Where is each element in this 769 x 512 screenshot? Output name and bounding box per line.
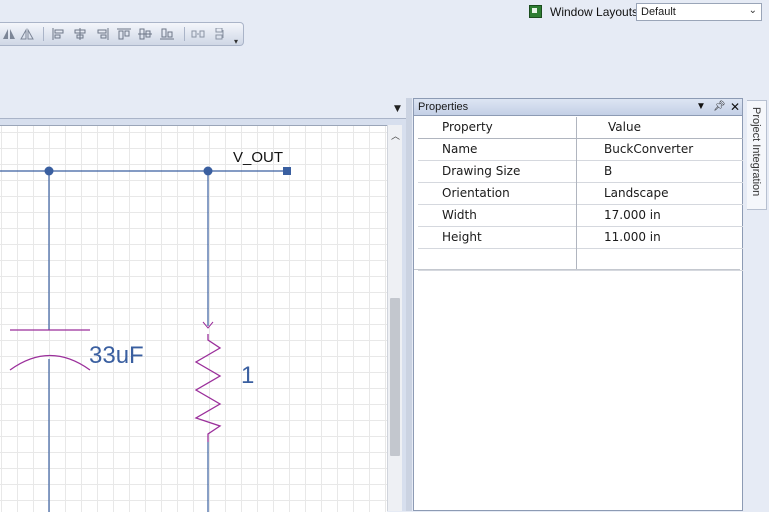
chevron-down-icon: ⌄ [748,5,757,16]
property-name: Name [442,142,478,156]
close-icon[interactable]: ✕ [730,99,740,115]
align-right-icon[interactable] [95,28,109,40]
align-middle-icon[interactable] [138,28,152,40]
column-header-value[interactable]: Value [608,117,641,138]
properties-header-row: Property Value [418,117,743,139]
resistor-value-label[interactable]: 1 [241,362,254,389]
mirror-vertical-icon[interactable] [20,28,34,40]
window-layouts-icon[interactable] [529,5,542,18]
align-left-icon[interactable] [52,28,66,40]
properties-title: Properties [418,101,469,113]
grid-bottom-divider [414,269,740,270]
capacitor-value-label[interactable]: 33uF [89,342,144,369]
scrollbar-thumb[interactable] [390,298,400,456]
column-header-property[interactable]: Property [442,117,493,138]
toolbar-overflow-icon[interactable]: ▾ [234,37,238,46]
property-value[interactable]: 11.000 in [604,227,661,248]
panel-menu-icon[interactable]: ▼ [394,104,401,114]
canvas-vertical-scrollbar[interactable]: ︿ [387,125,402,511]
project-integration-label: Project Integration [750,107,762,197]
property-row[interactable]: Height 11.000 in [418,227,743,249]
property-name: Width [442,208,477,222]
net-port-marker [283,167,291,175]
property-row[interactable]: Name BuckConverter [418,139,743,161]
property-name: Drawing Size [442,164,521,178]
window-layouts-selected: Default [641,6,676,18]
window-layouts-label: Window Layouts: [550,5,642,19]
toolbar-separator [43,27,44,41]
project-integration-tab[interactable]: Project Integration [747,100,767,210]
schematic-canvas[interactable]: V_OUT 33uF 1 [0,125,387,512]
properties-titlebar: Properties ▼ 📌︎ ✕ [414,99,742,116]
property-row-empty[interactable] [418,249,743,271]
schematic-drawing: V_OUT 33uF 1 [0,149,291,512]
alignment-toolbar: ▾ [0,22,244,46]
property-row[interactable]: Drawing Size B [418,161,743,183]
properties-panel: Properties ▼ 📌︎ ✕ Property Value Name Bu… [413,98,743,511]
window-layouts-dropdown[interactable]: Default ⌄ [636,3,762,21]
panel-options-icon[interactable]: ▼ [696,99,706,115]
distribute-horizontal-icon[interactable] [191,28,205,40]
align-top-icon[interactable] [117,28,131,40]
property-value[interactable]: BuckConverter [604,139,693,160]
property-value[interactable]: 17.000 in [604,205,661,226]
resistor-zigzag [194,334,222,442]
property-value[interactable]: B [604,161,612,182]
toolbar-separator [184,27,185,41]
property-value[interactable]: Landscape [604,183,668,204]
property-name: Height [442,230,482,244]
scroll-up-icon[interactable]: ︿ [391,129,400,142]
pin-icon[interactable]: 📌︎ [713,99,726,115]
align-bottom-icon[interactable] [160,28,174,40]
column-divider[interactable] [576,117,577,269]
properties-grid: Property Value Name BuckConverter Drawin… [418,117,743,271]
property-row[interactable]: Orientation Landscape [418,183,743,205]
property-row[interactable]: Width 17.000 in [418,205,743,227]
mirror-horizontal-icon[interactable] [2,28,16,40]
capacitor-curved-plate [9,354,91,371]
align-center-icon[interactable] [73,28,87,40]
panel-splitter[interactable] [406,98,412,511]
distribute-vertical-icon[interactable] [213,28,227,40]
net-label-vout[interactable]: V_OUT [233,149,283,166]
property-name: Orientation [442,186,510,200]
